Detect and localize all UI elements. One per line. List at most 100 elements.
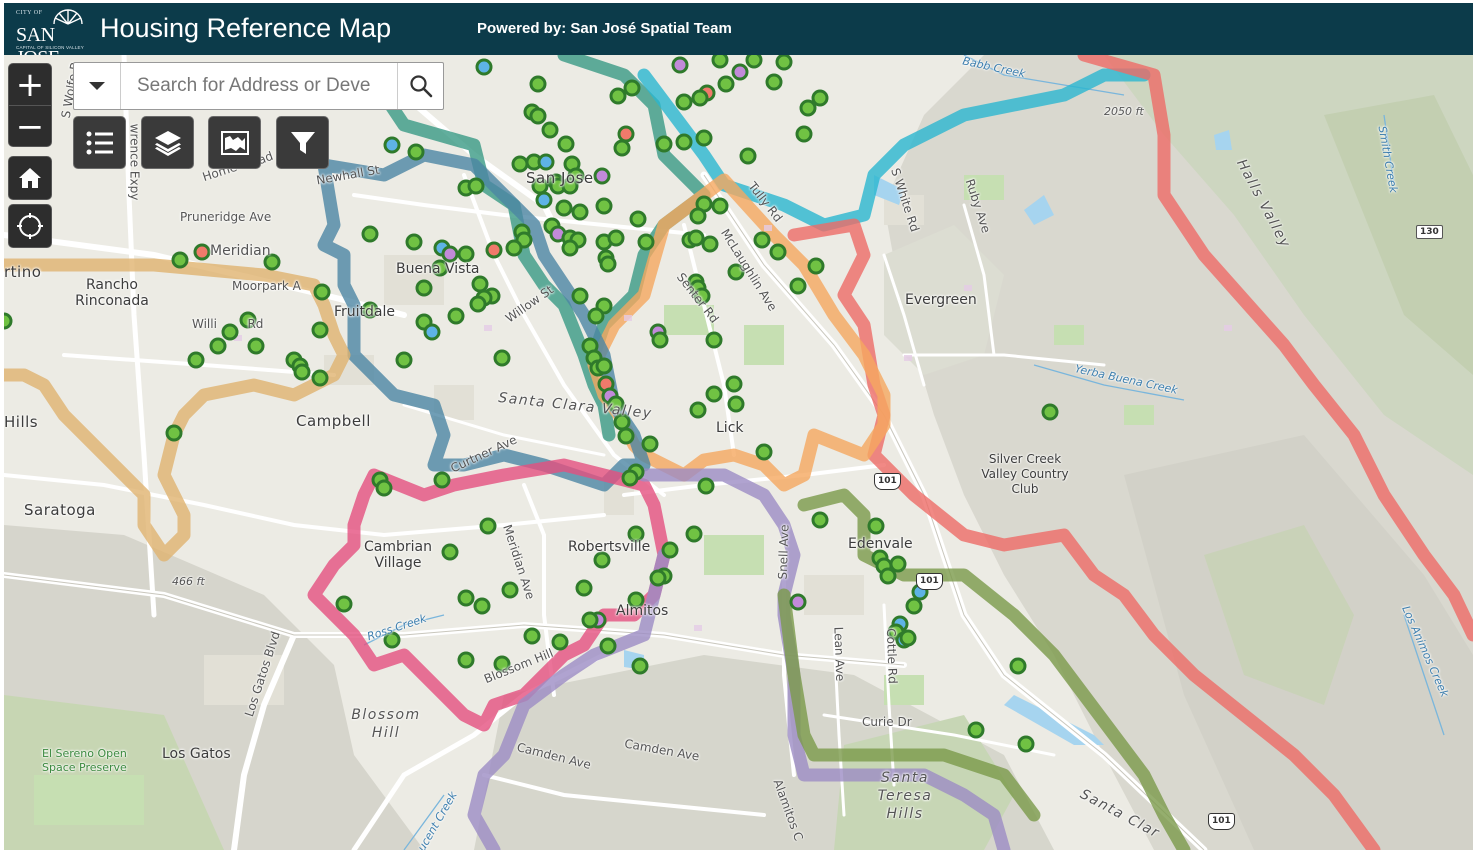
housing-development-point[interactable] — [395, 351, 413, 369]
housing-development-point[interactable] — [537, 153, 555, 171]
housing-development-point[interactable] — [529, 107, 547, 125]
housing-development-point[interactable] — [675, 93, 693, 111]
housing-development-point[interactable] — [701, 235, 719, 253]
housing-development-point[interactable] — [593, 167, 611, 185]
housing-development-point[interactable] — [1017, 735, 1035, 753]
housing-development-point[interactable] — [311, 369, 329, 387]
filter-button[interactable] — [276, 116, 329, 169]
housing-development-point[interactable] — [725, 375, 743, 393]
housing-development-point[interactable] — [581, 611, 599, 629]
housing-development-point[interactable] — [811, 89, 829, 107]
housing-development-point[interactable] — [529, 75, 547, 93]
housing-development-point[interactable] — [595, 197, 613, 215]
housing-development-point[interactable] — [471, 275, 489, 293]
housing-development-point[interactable] — [407, 143, 425, 161]
housing-development-point[interactable] — [571, 203, 589, 221]
zoom-out-button[interactable]: − — [9, 105, 51, 147]
housing-development-point[interactable] — [501, 581, 519, 599]
housing-development-point[interactable] — [433, 471, 451, 489]
housing-development-point[interactable] — [695, 129, 713, 147]
housing-development-point[interactable] — [621, 469, 639, 487]
housing-development-point[interactable] — [571, 287, 589, 305]
layers-button[interactable] — [141, 116, 194, 169]
housing-development-point[interactable] — [697, 477, 715, 495]
housing-development-point[interactable] — [293, 363, 311, 381]
housing-development-point[interactable] — [587, 307, 605, 325]
housing-development-point[interactable] — [617, 427, 635, 445]
housing-development-point[interactable] — [505, 239, 523, 257]
housing-development-point[interactable] — [313, 283, 331, 301]
housing-development-point[interactable] — [165, 424, 183, 442]
housing-development-point[interactable] — [689, 401, 707, 419]
housing-development-point[interactable] — [879, 567, 897, 585]
housing-development-point[interactable] — [523, 627, 541, 645]
housing-development-point[interactable] — [473, 597, 491, 615]
housing-development-point[interactable] — [247, 337, 265, 355]
housing-development-point[interactable] — [637, 233, 655, 251]
housing-development-point[interactable] — [383, 136, 401, 154]
housing-development-point[interactable] — [629, 210, 647, 228]
housing-development-point[interactable] — [607, 229, 625, 247]
housing-development-point[interactable] — [671, 56, 689, 74]
housing-development-point[interactable] — [789, 277, 807, 295]
housing-development-point[interactable] — [899, 629, 917, 647]
legend-button[interactable] — [73, 116, 126, 169]
housing-development-point[interactable] — [457, 245, 475, 263]
housing-development-point[interactable] — [789, 593, 807, 611]
zoom-in-button[interactable]: + — [9, 64, 51, 105]
housing-development-point[interactable] — [561, 239, 579, 257]
housing-development-point[interactable] — [687, 229, 705, 247]
housing-development-point[interactable] — [905, 597, 923, 615]
housing-development-point[interactable] — [731, 63, 749, 81]
housing-development-point[interactable] — [405, 233, 423, 251]
housing-development-point[interactable] — [311, 321, 329, 339]
housing-development-point[interactable] — [727, 395, 745, 413]
housing-development-point[interactable] — [599, 637, 617, 655]
housing-development-point[interactable] — [441, 245, 459, 263]
housing-development-point[interactable] — [867, 517, 885, 535]
housing-development-point[interactable] — [335, 595, 353, 613]
locate-button[interactable] — [8, 204, 52, 248]
housing-development-point[interactable] — [423, 323, 441, 341]
housing-development-point[interactable] — [775, 55, 793, 71]
housing-development-point[interactable] — [441, 543, 459, 561]
search-source-dropdown[interactable] — [74, 63, 121, 109]
housing-development-point[interactable] — [691, 89, 709, 107]
housing-development-point[interactable] — [967, 721, 985, 739]
housing-development-point[interactable] — [717, 75, 735, 93]
housing-development-point[interactable] — [557, 135, 575, 153]
housing-development-point[interactable] — [535, 191, 553, 209]
housing-development-point[interactable] — [555, 199, 573, 217]
housing-development-point[interactable] — [799, 99, 817, 117]
housing-development-point[interactable] — [753, 231, 771, 249]
housing-development-point[interactable] — [511, 155, 529, 173]
housing-development-point[interactable] — [755, 443, 773, 461]
housing-development-point[interactable] — [541, 121, 559, 139]
housing-development-point[interactable] — [467, 177, 485, 195]
housing-development-point[interactable] — [595, 357, 613, 375]
housing-development-point[interactable] — [457, 589, 475, 607]
housing-development-point[interactable] — [375, 479, 393, 497]
basemap-gallery-button[interactable] — [208, 116, 261, 169]
housing-development-point[interactable] — [655, 135, 673, 153]
housing-development-point[interactable] — [593, 551, 611, 569]
housing-development-point[interactable] — [469, 295, 487, 313]
housing-development-point[interactable] — [705, 385, 723, 403]
housing-development-point[interactable] — [739, 147, 757, 165]
housing-development-point[interactable] — [415, 279, 433, 297]
housing-development-point[interactable] — [613, 139, 631, 157]
housing-development-point[interactable] — [811, 511, 829, 529]
housing-development-point[interactable] — [599, 255, 617, 273]
map-view[interactable]: San Jose Buena Vista Fruitdale Rancho Ri… — [4, 55, 1473, 850]
housing-development-point[interactable] — [171, 251, 189, 269]
housing-development-point[interactable] — [769, 243, 787, 261]
housing-development-point[interactable] — [617, 125, 635, 143]
housing-development-point[interactable] — [631, 657, 649, 675]
housing-development-point[interactable] — [705, 331, 723, 349]
housing-development-point[interactable] — [187, 351, 205, 369]
housing-development-point[interactable] — [889, 555, 907, 573]
housing-development-point[interactable] — [685, 525, 703, 543]
housing-development-point[interactable] — [765, 73, 783, 91]
housing-development-point[interactable] — [457, 651, 475, 669]
search-input[interactable] — [121, 63, 397, 109]
